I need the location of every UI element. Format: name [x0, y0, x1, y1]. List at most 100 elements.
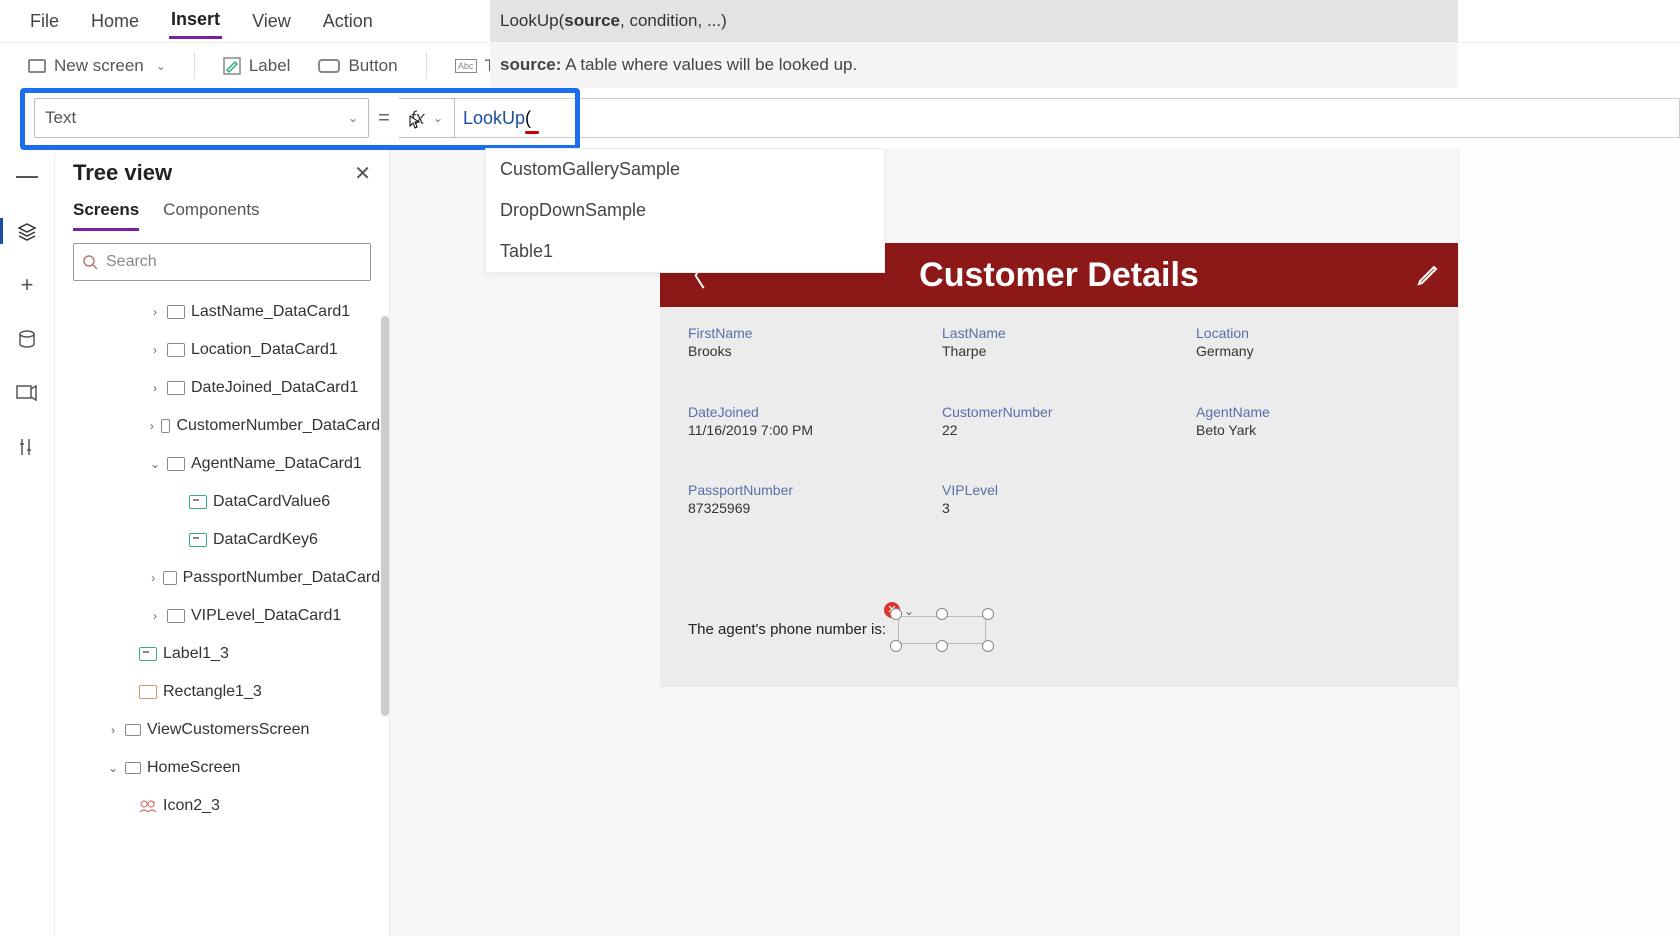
- tree-item-lastname-datacard[interactable]: › LastName_DataCard1: [59, 293, 389, 331]
- suggestion-customgallerysample[interactable]: CustomGallerySample: [486, 149, 884, 190]
- tree-item-agentname-datacard[interactable]: ⌄AgentName_DataCard1: [59, 445, 389, 483]
- field-value: 3: [942, 500, 1176, 516]
- menu-insert[interactable]: Insert: [169, 3, 222, 39]
- group-icon: +: [139, 799, 157, 813]
- tree-item-label1-3[interactable]: Label1_3: [59, 635, 389, 673]
- rectangle-icon: [139, 685, 157, 699]
- menu-home[interactable]: Home: [89, 5, 141, 38]
- tree-item-datejoined-datacard[interactable]: ›DateJoined_DataCard1: [59, 369, 389, 407]
- formula-open-paren: (: [525, 108, 531, 129]
- chevron-right-icon[interactable]: ›: [149, 343, 161, 357]
- field-label: VIPLevel: [942, 482, 1176, 498]
- new-screen-button[interactable]: New screen ⌄: [28, 56, 166, 76]
- tree-item-label: Rectangle1_3: [163, 683, 262, 701]
- field-value: Brooks: [688, 343, 922, 359]
- chevron-right-icon[interactable]: ›: [149, 571, 157, 585]
- tab-components[interactable]: Components: [163, 200, 259, 231]
- field-value: 22: [942, 422, 1176, 438]
- resize-handle[interactable]: [890, 640, 902, 652]
- insert-label-button[interactable]: Label: [223, 56, 291, 76]
- svg-text:+: +: [152, 800, 156, 807]
- field-location: LocationGermany: [1196, 325, 1430, 398]
- tree-item-label: LastName_DataCard1: [191, 303, 350, 321]
- tree-scrollbar[interactable]: [381, 316, 389, 896]
- field-value: Beto Yark: [1196, 422, 1430, 438]
- insert-rail-button[interactable]: +: [16, 274, 38, 296]
- tree-item-label: Location_DataCard1: [191, 341, 338, 359]
- scrollbar-thumb[interactable]: [381, 316, 389, 716]
- tree-item-datacardkey6[interactable]: DataCardKey6: [59, 521, 389, 559]
- edit-icon[interactable]: [1416, 263, 1440, 287]
- insert-button-button[interactable]: Button: [318, 56, 397, 76]
- selected-label-control[interactable]: ✕ ⌄: [892, 610, 992, 650]
- cursor-icon: [408, 114, 424, 130]
- tree-item-vip-datacard[interactable]: › VIPLevel_DataCard1: [59, 597, 389, 635]
- tab-screens[interactable]: Screens: [73, 200, 139, 231]
- advanced-tools-rail-button[interactable]: [16, 436, 38, 458]
- search-placeholder: Search: [106, 253, 157, 271]
- close-icon[interactable]: ✕: [354, 161, 371, 186]
- field-label: DateJoined: [688, 404, 922, 420]
- property-selector[interactable]: Text ⌄: [34, 98, 369, 138]
- field-viplevel: VIPLevel 3: [942, 482, 1176, 555]
- layers-icon: [17, 221, 37, 241]
- suggestion-dropdownsample[interactable]: DropDownSample: [486, 190, 884, 231]
- tree-item-customernumber-datacard[interactable]: ›CustomerNumber_DataCard1: [59, 407, 389, 445]
- menu-view[interactable]: View: [250, 5, 293, 38]
- field-label: PassportNumber: [688, 482, 922, 498]
- equals-sign: =: [369, 107, 399, 130]
- left-tool-rail: +: [0, 148, 55, 936]
- resize-handle[interactable]: [982, 640, 994, 652]
- tree-item-location-datacard[interactable]: › Location_DataCard1: [59, 331, 389, 369]
- main-area: + Tree view ✕ Screens Components Search …: [0, 148, 1680, 936]
- fx-button[interactable]: fx ⌄: [399, 98, 455, 138]
- app-header-title: Customer Details: [919, 256, 1199, 295]
- desc-bold: source:: [500, 55, 561, 74]
- tree-item-icon2-3[interactable]: + Icon2_3: [59, 787, 389, 825]
- resize-handle[interactable]: [936, 608, 948, 620]
- chevron-right-icon[interactable]: ›: [107, 723, 119, 737]
- tree-view-rail-button[interactable]: [16, 220, 38, 242]
- intellisense-popup: CustomGallerySample DropDownSample Table…: [485, 148, 885, 273]
- menu-file[interactable]: File: [28, 5, 61, 38]
- datacard-icon: [161, 419, 171, 433]
- resize-handle[interactable]: [982, 608, 994, 620]
- chevron-right-icon[interactable]: ›: [149, 305, 161, 319]
- tree-item-passport-datacard[interactable]: ›PassportNumber_DataCard1: [59, 559, 389, 597]
- tree-view-title: Tree view: [73, 160, 172, 186]
- field-value: Tharpe: [942, 343, 1176, 359]
- resize-handle[interactable]: [936, 640, 948, 652]
- formula-input[interactable]: LookUp(: [455, 98, 1680, 138]
- tree-item-rectangle1-3[interactable]: Rectangle1_3: [59, 673, 389, 711]
- field-lastname: LastNameTharpe: [942, 325, 1176, 398]
- hint-rest: , condition, ...): [620, 11, 727, 30]
- data-rail-button[interactable]: [16, 328, 38, 350]
- tree-tabs: Screens Components: [55, 190, 389, 231]
- tree-item-label: VIPLevel_DataCard1: [191, 607, 341, 625]
- datacard-icon: [163, 571, 176, 585]
- search-icon: [82, 254, 98, 270]
- tree-item-datacardvalue6[interactable]: DataCardValue6: [59, 483, 389, 521]
- suggestion-table1[interactable]: Table1: [486, 231, 884, 272]
- menu-action[interactable]: Action: [321, 5, 375, 38]
- hamburger-icon[interactable]: [16, 166, 38, 188]
- chevron-down-icon: ⌄: [348, 111, 358, 125]
- chevron-down-icon[interactable]: ⌄: [904, 604, 914, 618]
- chevron-down-icon[interactable]: ⌄: [107, 761, 119, 775]
- screen-icon: [28, 59, 46, 73]
- screen-icon: [125, 762, 141, 774]
- chevron-down-icon[interactable]: ⌄: [149, 457, 161, 471]
- chevron-right-icon[interactable]: ›: [149, 381, 161, 395]
- right-properties-collapsed[interactable]: [1458, 148, 1680, 936]
- insert-label-text: Label: [249, 56, 291, 76]
- tree-search-input[interactable]: Search: [73, 243, 371, 281]
- tree-item-home-screen[interactable]: ⌄HomeScreen: [59, 749, 389, 787]
- label-control-icon: [189, 533, 207, 547]
- chevron-right-icon[interactable]: ›: [149, 609, 161, 623]
- tree-item-viewcustomers-screen[interactable]: ›ViewCustomersScreen: [59, 711, 389, 749]
- tree-item-label: DataCardValue6: [213, 493, 330, 511]
- resize-handle[interactable]: [890, 608, 902, 620]
- chevron-right-icon[interactable]: ›: [149, 419, 155, 433]
- sliders-icon: [17, 437, 37, 457]
- media-rail-button[interactable]: [16, 382, 38, 404]
